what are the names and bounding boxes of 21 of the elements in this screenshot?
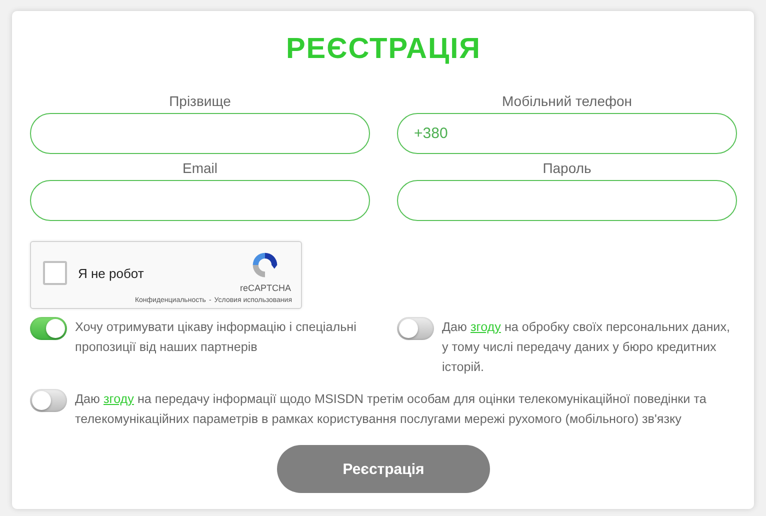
captcha-brand: reCAPTCHA bbox=[240, 283, 291, 293]
consent-text: Даю згоду на обробку своїх персональних даних, у тому числі передачу даних у бюро кредитних історій. bbox=[442, 319, 732, 376]
captcha-label: Я не робот bbox=[78, 266, 144, 280]
consent-text: Даю згоду на передачу інформації щодо MSISDN третім особам для оцінки телекомунікаційної поведінки та телекомунікаційних параметрів в рамках користування послугами мережі рухомого (мобільного) зв'язку bbox=[75, 391, 708, 428]
input-field[interactable] bbox=[397, 180, 737, 221]
field-label: Прізвище bbox=[169, 93, 231, 109]
form-title: РЕЄСТРАЦІЯ bbox=[284, 32, 482, 67]
consent-text: Хочу отримувати цікаву інформацію і спеціальні пропозиції від наших партнерів bbox=[75, 319, 358, 356]
checkbox[interactable] bbox=[43, 261, 67, 285]
input-field[interactable] bbox=[30, 113, 370, 154]
consent-link[interactable]: згоду bbox=[470, 320, 501, 334]
input-field[interactable]: +380 bbox=[397, 113, 737, 154]
register-button[interactable]: Реєстрація bbox=[277, 445, 490, 493]
input-field[interactable] bbox=[30, 180, 370, 221]
toggle-switch[interactable] bbox=[397, 317, 434, 340]
field-label: Мобільний телефон bbox=[502, 93, 632, 109]
consent-link[interactable]: згоду bbox=[103, 392, 134, 406]
field-label: Email bbox=[182, 160, 218, 176]
toggle-switch[interactable] bbox=[30, 317, 67, 340]
field-label: Пароль bbox=[542, 160, 592, 176]
toggle-switch[interactable] bbox=[30, 389, 67, 412]
